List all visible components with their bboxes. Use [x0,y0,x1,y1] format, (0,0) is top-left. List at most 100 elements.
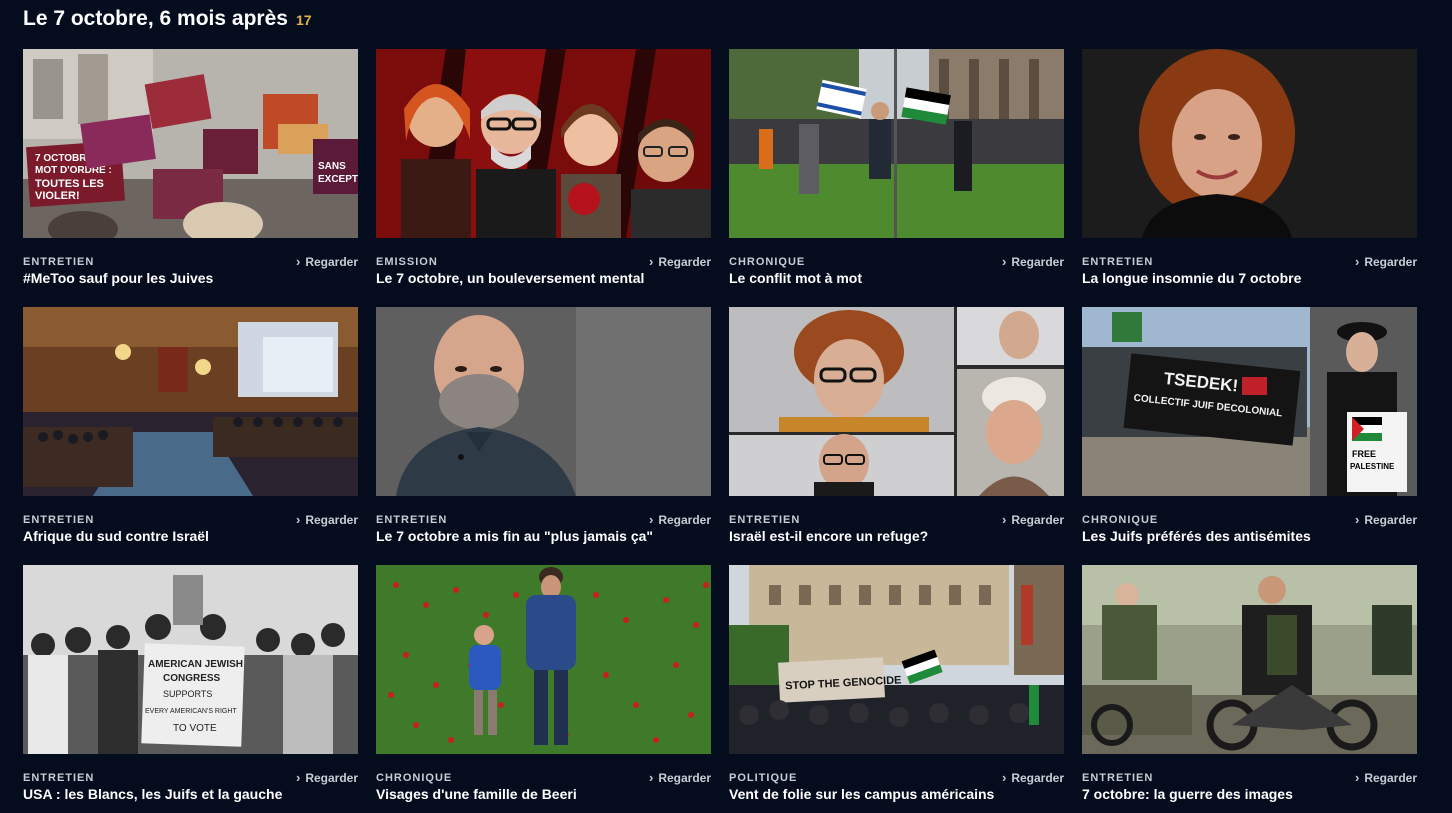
card-meta: POLITIQUE › Regarder [729,771,1064,785]
video-thumbnail[interactable] [23,307,358,496]
watch-link[interactable]: › Regarder [1355,513,1417,527]
chevron-right-icon: › [648,254,654,269]
sign-text: VIOLER! [35,190,80,202]
section-header: Le 7 octobre, 6 mois après 17 [23,7,312,31]
card-meta: ENTRETIEN › Regarder [23,513,358,527]
section-title: Le 7 octobre, 6 mois après [23,7,288,30]
sign-text: TO VOTE [173,723,217,734]
courtroom-image [23,307,358,496]
video-grid: 7 OCTOBRE, UN MOT D'ORDRE : TOUTES LES V… [23,49,1417,805]
watch-label: Regarder [1364,513,1417,527]
chevron-right-icon: › [1354,770,1360,785]
chevron-right-icon: › [1001,770,1007,785]
archive-march-image: AMERICAN JEWISH CONGRESS SUPPORTS EVERY … [23,565,358,754]
sign-text: AMERICAN JEWISH [148,659,243,670]
watch-link[interactable]: › Regarder [1355,771,1417,785]
watch-link[interactable]: › Regarder [649,255,711,269]
chevron-right-icon: › [295,254,301,269]
video-thumbnail[interactable] [729,49,1064,238]
card-title[interactable]: Afrique du sud contre Israël [23,528,358,544]
card-category: CHRONIQUE [729,256,806,268]
watch-label: Regarder [305,255,358,269]
card-category: ENTRETIEN [729,514,801,526]
card-category: ENTRETIEN [1082,256,1154,268]
campus-protest-image: STOP THE GENOCIDE [729,565,1064,754]
watch-link[interactable]: › Regarder [1002,513,1064,527]
card-title[interactable]: Le conflit mot à mot [729,270,1064,286]
sign-text: SANS [318,161,346,172]
watch-link[interactable]: › Regarder [296,255,358,269]
video-card[interactable]: ENTRETIEN › Regarder Afrique du sud contr… [23,307,358,547]
video-thumbnail[interactable]: TSEDEK! COLLECTIF JUIF DECOLONIAL FREE P… [1082,307,1417,496]
tsedek-banner-image: TSEDEK! COLLECTIF JUIF DECOLONIAL FREE P… [1082,307,1417,496]
watch-label: Regarder [658,255,711,269]
video-thumbnail[interactable]: 7 OCTOBRE, UN MOT D'ORDRE : TOUTES LES V… [23,49,358,238]
video-thumbnail[interactable] [729,307,1064,496]
card-title[interactable]: La longue insomnie du 7 octobre [1082,270,1417,286]
card-category: ENTRETIEN [376,514,448,526]
video-thumbnail[interactable] [376,565,711,754]
card-meta: ENTRETIEN › Regarder [1082,771,1417,785]
video-card[interactable]: TSEDEK! COLLECTIF JUIF DECOLONIAL FREE P… [1082,307,1417,547]
watch-link[interactable]: › Regarder [649,771,711,785]
video-card[interactable]: 7 OCTOBRE, UN MOT D'ORDRE : TOUTES LES V… [23,49,358,289]
campus-flags-image [729,49,1064,238]
card-category: CHRONIQUE [376,772,453,784]
card-category: POLITIQUE [729,772,798,784]
video-thumbnail[interactable] [1082,49,1417,238]
card-title[interactable]: Israël est-il encore un refuge? [729,528,1064,544]
card-meta: ENTRETIEN › Regarder [376,513,711,527]
chevron-right-icon: › [1001,512,1007,527]
portrait-woman-image [1082,49,1417,238]
card-title[interactable]: Visages d'une famille de Beeri [376,786,711,802]
watch-link[interactable]: › Regarder [1002,771,1064,785]
video-thumbnail[interactable]: AMERICAN JEWISH CONGRESS SUPPORTS EVERY … [23,565,358,754]
card-meta: CHRONIQUE › Regarder [729,255,1064,269]
video-card[interactable]: EMISSION › Regarder Le 7 octobre, un boul… [376,49,711,289]
collage-image [729,307,1064,496]
video-card[interactable]: CHRONIQUE › Regarder Le conflit mot à mot [729,49,1064,289]
video-thumbnail[interactable]: STOP THE GENOCIDE [729,565,1064,754]
watch-link[interactable]: › Regarder [296,771,358,785]
video-card[interactable]: AMERICAN JEWISH CONGRESS SUPPORTS EVERY … [23,565,358,805]
watch-link[interactable]: › Regarder [649,513,711,527]
card-title[interactable]: #MeToo sauf pour les Juives [23,270,358,286]
card-meta: ENTRETIEN › Regarder [1082,255,1417,269]
sign-text: FREE [1352,449,1376,459]
card-category: CHRONIQUE [1082,514,1159,526]
video-thumbnail[interactable] [376,307,711,496]
chevron-right-icon: › [648,512,654,527]
video-card[interactable]: ENTRETIEN › Regarder Israël est-il encore… [729,307,1064,547]
sign-text: PALESTINE [1350,462,1395,471]
card-meta: ENTRETIEN › Regarder [729,513,1064,527]
video-card[interactable]: ENTRETIEN › Regarder Le 7 octobre a mis f… [376,307,711,547]
chevron-right-icon: › [1354,512,1360,527]
video-thumbnail[interactable] [376,49,711,238]
watch-link[interactable]: › Regarder [296,513,358,527]
watch-label: Regarder [1011,255,1064,269]
watch-label: Regarder [658,771,711,785]
card-title[interactable]: Le 7 octobre a mis fin au "plus jamais ç… [376,528,711,544]
card-title[interactable]: 7 octobre: la guerre des images [1082,786,1417,802]
watch-link[interactable]: › Regarder [1002,255,1064,269]
chevron-right-icon: › [648,770,654,785]
card-title[interactable]: USA : les Blancs, les Juifs et la gauche [23,786,358,802]
sign-text: SUPPORTS [163,689,212,699]
video-card[interactable]: ENTRETIEN › Regarder La longue insomnie d… [1082,49,1417,289]
video-thumbnail[interactable] [1082,565,1417,754]
card-category: ENTRETIEN [23,256,95,268]
watch-label: Regarder [305,513,358,527]
watch-label: Regarder [305,771,358,785]
sign-text: EVERY AMERICAN'S RIGHT [145,708,237,715]
card-title[interactable]: Vent de folie sur les campus américains [729,786,1064,802]
video-card[interactable]: ENTRETIEN › Regarder 7 octobre: la guerre… [1082,565,1417,805]
video-card[interactable]: CHRONIQUE › Regarder Visages d'une famill… [376,565,711,805]
watch-label: Regarder [1364,771,1417,785]
card-category: ENTRETIEN [1082,772,1154,784]
card-meta: ENTRETIEN › Regarder [23,255,358,269]
card-title[interactable]: Le 7 octobre, un bouleversement mental [376,270,711,286]
sign-text: TOUTES LES [35,178,104,190]
card-title[interactable]: Les Juifs préférés des antisémites [1082,528,1417,544]
watch-link[interactable]: › Regarder [1355,255,1417,269]
video-card[interactable]: STOP THE GENOCIDE POLITIQUE › Regarder Ve… [729,565,1064,805]
